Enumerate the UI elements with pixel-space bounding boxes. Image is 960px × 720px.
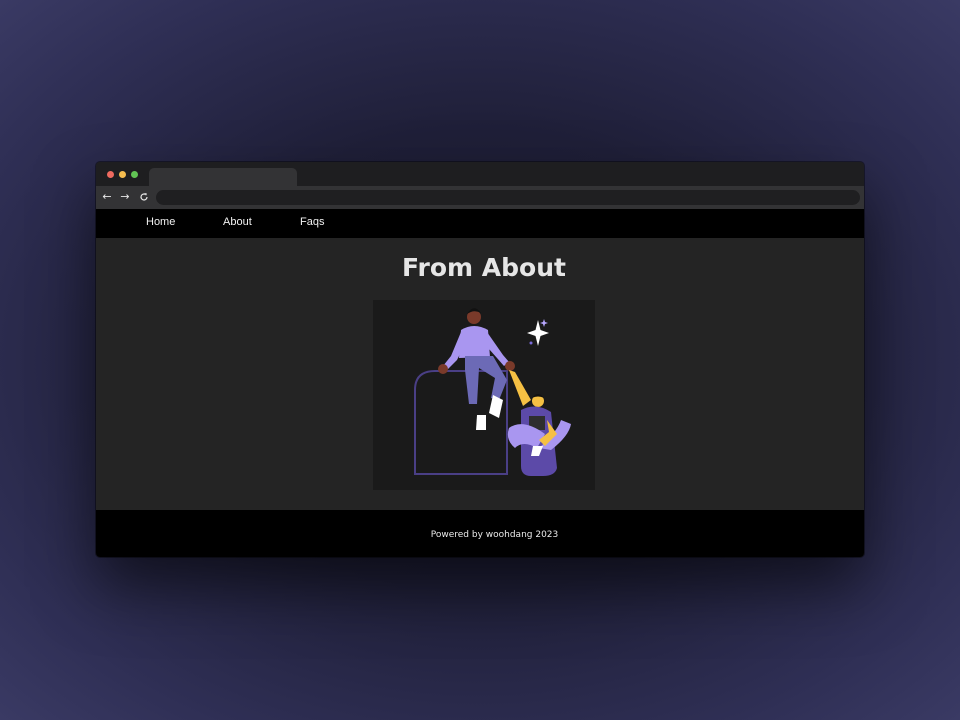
minimize-window-button[interactable] bbox=[119, 171, 126, 178]
browser-window: ← → Home About Faqs From About Powered b… bbox=[96, 162, 864, 557]
site-navbar: Home About Faqs bbox=[96, 209, 864, 238]
close-window-button[interactable] bbox=[107, 171, 114, 178]
nav-link-home[interactable]: Home bbox=[146, 215, 175, 229]
nav-link-faqs[interactable]: Faqs bbox=[300, 215, 324, 229]
browser-titlebar bbox=[96, 162, 864, 187]
browser-tab[interactable] bbox=[149, 168, 297, 187]
maximize-window-button[interactable] bbox=[131, 171, 138, 178]
reload-icon[interactable] bbox=[137, 190, 151, 204]
site-footer: Powered by woohdang 2023 bbox=[96, 510, 864, 557]
about-illustration bbox=[373, 300, 595, 490]
nav-link-about[interactable]: About bbox=[223, 215, 252, 229]
page-title: From About bbox=[402, 253, 566, 282]
footer-text: Powered by woohdang 2023 bbox=[430, 530, 559, 540]
back-arrow-icon[interactable]: ← bbox=[100, 190, 114, 204]
main-content: From About bbox=[96, 238, 864, 510]
teamwork-illustration-icon bbox=[414, 308, 571, 476]
forward-arrow-icon[interactable]: → bbox=[118, 190, 132, 204]
address-bar[interactable] bbox=[156, 190, 860, 205]
browser-toolbar: ← → bbox=[96, 186, 864, 209]
